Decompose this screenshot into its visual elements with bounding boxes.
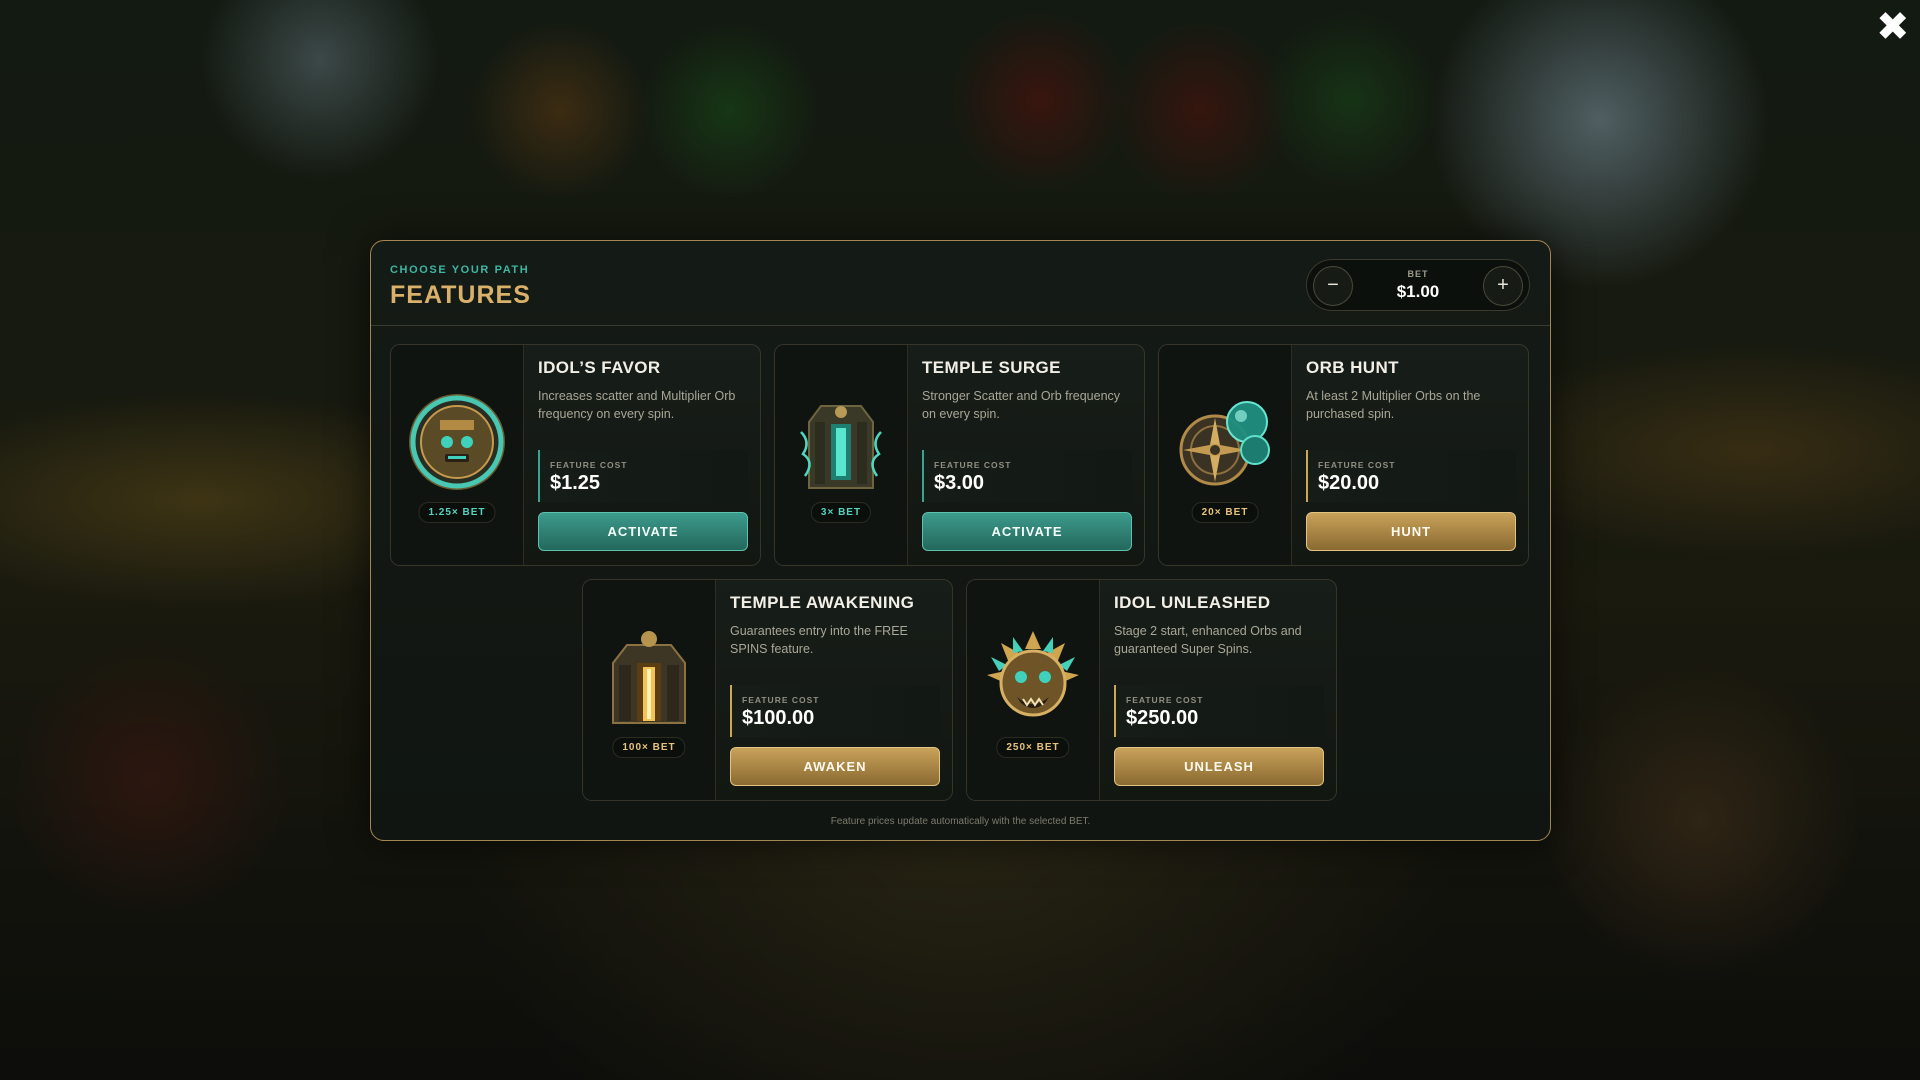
activate-button[interactable]: ACTIVATE [922,512,1132,551]
close-icon[interactable]: ✖ [1876,7,1910,47]
feature-card-temple-awakening: 100× BET TEMPLE AWAKENING Guarantees ent… [582,579,953,801]
feature-art: 1.25× BET [391,345,524,565]
feature-card-idol-unleashed: 250× BET IDOL UNLEASHED Stage 2 start, e… [966,579,1337,801]
temple-surge-icon [800,405,882,489]
feature-cost-value: $100.00 [742,707,815,729]
bet-control: − BET $1.00 + [1306,259,1530,311]
feature-cost-value: $1.25 [550,472,601,494]
feature-art: 20× BET [1159,345,1292,565]
feature-title: ORB HUNT [1306,358,1399,377]
idol-disc-icon [409,394,505,490]
feature-cost-box: FEATURE COST $20.00 [1306,450,1516,502]
awaken-button[interactable]: AWAKEN [730,747,940,786]
unleash-button[interactable]: UNLEASH [1114,747,1324,786]
feature-card-temple-surge: 3× BET TEMPLE SURGE Stronger Scatter and… [774,344,1145,566]
feature-title: TEMPLE AWAKENING [730,593,915,612]
features-modal: CHOOSE YOUR PATH FEATURES − BET $1.00 + … [370,240,1551,841]
feature-description: Guarantees entry into the FREE SPINS fea… [730,624,908,656]
multiplier-badge: 100× BET [612,737,686,758]
modal-title: FEATURES [390,281,531,309]
feature-cost-label: FEATURE COST [742,695,820,705]
feature-description: Increases scatter and Multiplier Orb fre… [538,389,736,421]
feature-art: 100× BET [583,580,716,800]
feature-title: IDOL UNLEASHED [1114,593,1271,612]
footer-note: Feature prices update automatically with… [830,816,1091,827]
feature-cost-label: FEATURE COST [1126,695,1204,705]
idol-mask-icon [987,631,1079,717]
feature-cost-label: FEATURE COST [550,460,628,470]
feature-title: IDOL’S FAVOR [538,358,661,377]
feature-description: At least 2 Multiplier Orbs on the purcha… [1306,389,1481,421]
feature-cost-label: FEATURE COST [1318,460,1396,470]
feature-cost-box: FEATURE COST $250.00 [1114,685,1324,737]
feature-card-idols-favor: 1.25× BET IDOL’S FAVOR Increases scatter… [390,344,761,566]
temple-gate-icon [612,631,686,724]
feature-cost-value: $20.00 [1318,472,1380,494]
multiplier-badge: 3× BET [810,502,872,523]
feature-description: Stronger Scatter and Orb frequency on ev… [922,389,1121,421]
compass-orb-icon [1179,401,1270,486]
feature-cost-box: FEATURE COST $3.00 [922,450,1132,502]
modal-header: CHOOSE YOUR PATH FEATURES − BET $1.00 + [371,241,1550,326]
feature-card-orb-hunt: 20× BET ORB HUNT At least 2 Multiplier O… [1158,344,1529,566]
feature-cost-value: $3.00 [934,472,985,494]
feature-cost-box: FEATURE COST $1.25 [538,450,748,502]
feature-title: TEMPLE SURGE [922,358,1061,377]
multiplier-badge: 20× BET [1191,502,1259,523]
feature-cost-label: FEATURE COST [934,460,1012,470]
activate-button[interactable]: ACTIVATE [538,512,748,551]
modal-kicker: CHOOSE YOUR PATH [390,264,530,276]
bet-increase-button[interactable]: + [1483,266,1523,306]
feature-description: Stage 2 start, enhanced Orbs and guarant… [1114,624,1302,656]
multiplier-badge: 250× BET [996,737,1070,758]
feature-cost-box: FEATURE COST $100.00 [730,685,940,737]
multiplier-badge: 1.25× BET [418,502,496,523]
feature-art: 250× BET [967,580,1100,800]
hunt-button[interactable]: HUNT [1306,512,1516,551]
feature-cost-value: $250.00 [1126,707,1199,729]
feature-art: 3× BET [775,345,908,565]
